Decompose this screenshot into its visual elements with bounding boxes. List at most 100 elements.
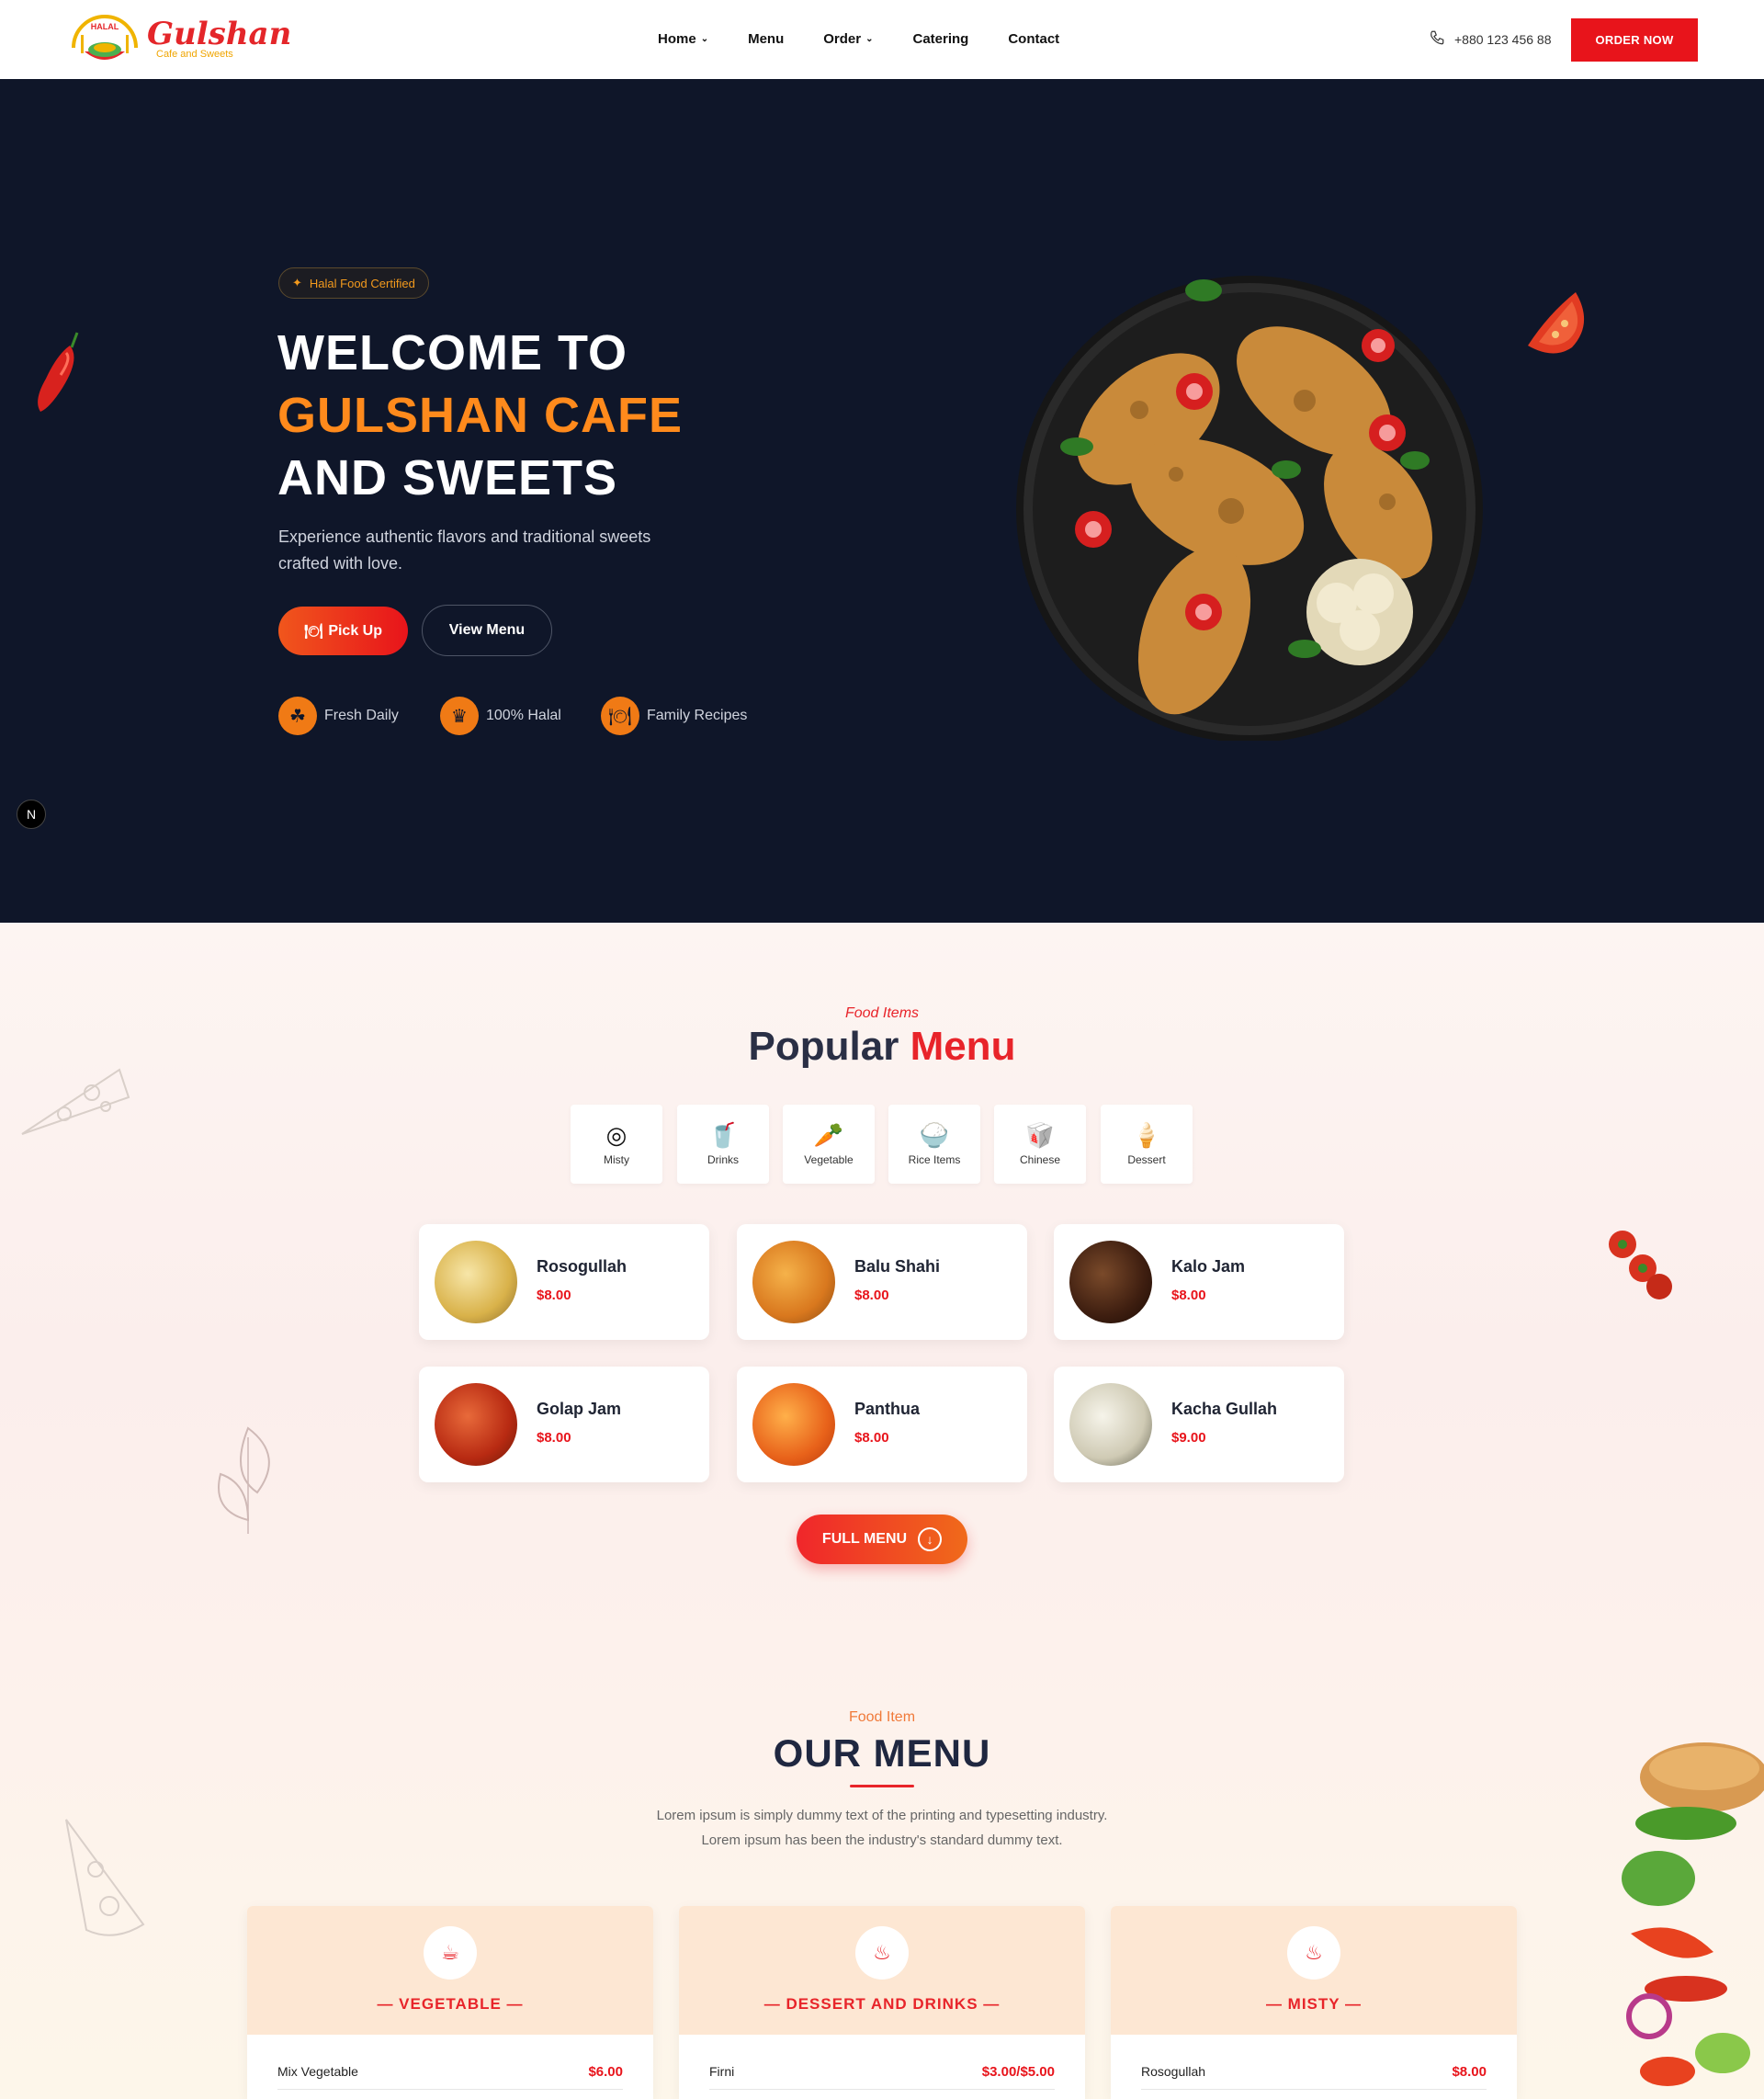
- hero-title-line1: WELCOME TO: [277, 325, 628, 380]
- dish-price: $9.00: [1171, 1430, 1206, 1446]
- order-now-button[interactable]: ORDER NOW: [1571, 18, 1698, 62]
- feature-family-recipes: 🍽 Family Recipes: [601, 697, 747, 735]
- dinner-icon: 🍽: [304, 623, 323, 640]
- chef-hat-icon: ♨: [1287, 1926, 1340, 1980]
- cup-icon: ☕: [424, 1926, 477, 1980]
- dish-price: $8.00: [854, 1430, 889, 1446]
- tomato-slice-decoration: [1528, 292, 1585, 354]
- balu-shahi-image: [752, 1241, 835, 1323]
- category-tab-drinks[interactable]: 🥤 Drinks: [677, 1105, 769, 1184]
- chevron-down-icon: ⌄: [700, 34, 709, 44]
- main-nav: Home ⌄ Menu Order ⌄ Catering Contact: [658, 31, 1099, 47]
- hero-title-line2: GULSHAN CAFE: [277, 388, 683, 443]
- dish-price: $8.00: [537, 1430, 571, 1446]
- pick-up-button[interactable]: 🍽 Pick Up: [278, 607, 408, 655]
- nav-home-label: Home: [658, 31, 696, 47]
- dish-price: $8.00: [537, 1288, 571, 1303]
- dish-card-golap-jam[interactable]: Golap Jam $8.00: [419, 1367, 709, 1482]
- category-label: Misty: [604, 1153, 629, 1166]
- n-badge[interactable]: N: [17, 800, 46, 829]
- menu-card-vegetable: ☕ — VEGETABLE — Mix Vegetable $6.00: [247, 1906, 653, 2099]
- dish-name: Rosogullah: [537, 1257, 627, 1276]
- dish-card-kacha-gullah[interactable]: Kacha Gullah $9.00: [1054, 1367, 1344, 1482]
- dish-name: Kalo Jam: [1171, 1257, 1246, 1276]
- menu-card-title: — VEGETABLE —: [377, 1995, 524, 2013]
- popular-title: Popular Menu: [0, 1024, 1764, 1070]
- menu-card-misty: ♨ — MISTY — Rosogullah $8.00: [1111, 1906, 1517, 2099]
- medal-icon: ♛: [440, 697, 479, 735]
- nav-contact[interactable]: Contact: [1008, 31, 1059, 47]
- category-tab-chinese[interactable]: 🥡 Chinese: [994, 1105, 1086, 1184]
- dish-name: Balu Shahi: [854, 1257, 941, 1276]
- dish-card-rosogullah[interactable]: Rosogullah $8.00: [419, 1224, 709, 1340]
- sweet-icon: ◎: [605, 1121, 628, 1149]
- chevron-down-icon: ⌄: [865, 34, 874, 44]
- logo-emblem: HALAL: [66, 11, 143, 66]
- pick-up-label: Pick Up: [328, 622, 382, 639]
- pizza-sketch-decoration: [21, 1068, 130, 1135]
- rice-bowl-icon: 🍚: [919, 1121, 950, 1149]
- nav-contact-label: Contact: [1008, 31, 1060, 47]
- basil-sketch-decoration: [218, 1426, 270, 1534]
- menu-card-title: — DESSERT AND DRINKS —: [763, 1995, 1001, 2013]
- dish-card-kalo-jam[interactable]: Kalo Jam $8.00: [1054, 1224, 1344, 1340]
- dish-price: $8.00: [1171, 1288, 1206, 1303]
- menu-card-title: — MISTY —: [1265, 1995, 1363, 2013]
- chicken-plate-image: [1016, 276, 1483, 741]
- feature-fresh-daily: ☘ Fresh Daily: [278, 697, 399, 735]
- takeout-icon: 🥡: [1024, 1121, 1056, 1149]
- hero-title-line3: AND SWEETS: [277, 450, 618, 505]
- halal-certified-badge: ✦ Halal Food Certified: [278, 267, 429, 299]
- our-menu-title: OUR MENU: [773, 1731, 991, 1775]
- nav-order[interactable]: Order ⌄: [823, 31, 873, 47]
- menu-item-name: Mix Vegetable: [277, 2064, 358, 2079]
- arrow-down-icon: ↓: [918, 1527, 943, 1551]
- logo-title: Gulshan: [147, 16, 292, 52]
- nav-home[interactable]: Home ⌄: [658, 31, 708, 47]
- category-tab-rice-items[interactable]: 🍚 Rice Items: [888, 1105, 980, 1184]
- full-menu-label: FULL MENU: [821, 1531, 908, 1547]
- dish-card-panthua[interactable]: Panthua $8.00: [737, 1367, 1027, 1482]
- dinner-icon: 🍽: [601, 697, 639, 735]
- full-menu-button[interactable]: FULL MENU ↓: [797, 1515, 967, 1564]
- description-line: Lorem ipsum has been the industry's stan…: [701, 1832, 1063, 1848]
- phone-icon: [1429, 29, 1445, 49]
- hero-title: WELCOME TO GULSHAN CAFE AND SWEETS: [277, 322, 683, 509]
- category-tab-misty[interactable]: ◎ Misty: [571, 1105, 662, 1184]
- title-underline: [850, 1785, 914, 1787]
- menu-row[interactable]: Mix Vegetable $6.00: [277, 2064, 623, 2090]
- nav-catering-label: Catering: [912, 31, 969, 47]
- dish-card-balu-shahi[interactable]: Balu Shahi $8.00: [737, 1224, 1027, 1340]
- site-header: HALAL Gulshan Cafe and Sweets Home ⌄ Menu…: [0, 0, 1764, 79]
- logo[interactable]: HALAL Gulshan Cafe and Sweets: [66, 11, 291, 66]
- ice-cream-icon: 🍦: [1131, 1121, 1162, 1149]
- menu-row[interactable]: Firni $3.00/$5.00: [709, 2064, 1055, 2090]
- popular-title-main: Popular: [748, 1024, 899, 1069]
- cherry-tomatoes-decoration: [1609, 1231, 1672, 1299]
- nav-order-label: Order: [823, 31, 862, 47]
- phone-contact[interactable]: +880 123 456 88: [1429, 29, 1552, 49]
- menu-item-price: $8.00: [1452, 2064, 1487, 2080]
- kalo-jam-image: [1069, 1241, 1152, 1323]
- dish-price: $8.00: [854, 1288, 889, 1303]
- nav-catering[interactable]: Catering: [913, 31, 969, 47]
- category-tab-dessert[interactable]: 🍦 Dessert: [1101, 1105, 1193, 1184]
- view-menu-button[interactable]: View Menu: [422, 605, 552, 656]
- nav-menu-label: Menu: [748, 31, 785, 47]
- burger-salad-decoration: [1622, 1742, 1764, 2086]
- dish-name: Golap Jam: [537, 1400, 622, 1418]
- hero-description: Experience authentic flavors and traditi…: [278, 528, 651, 573]
- category-label: Dessert: [1127, 1153, 1166, 1166]
- menu-item-price: $3.00/$5.00: [981, 2064, 1055, 2080]
- menu-item-name: Firni: [709, 2064, 735, 2079]
- feature-halal: ♛ 100% Halal: [440, 697, 561, 735]
- category-tab-vegetable[interactable]: 🥕 Vegetable: [783, 1105, 875, 1184]
- menu-row[interactable]: Rosogullah $8.00: [1141, 2064, 1487, 2090]
- category-label: Drinks: [707, 1153, 739, 1166]
- drink-icon: 🥤: [707, 1121, 739, 1149]
- feature-label: Fresh Daily: [324, 708, 399, 723]
- nav-menu[interactable]: Menu: [748, 31, 784, 47]
- category-label: Vegetable: [804, 1153, 854, 1166]
- clover-icon: ☘: [278, 697, 317, 735]
- chili-pepper-decoration: [38, 332, 79, 412]
